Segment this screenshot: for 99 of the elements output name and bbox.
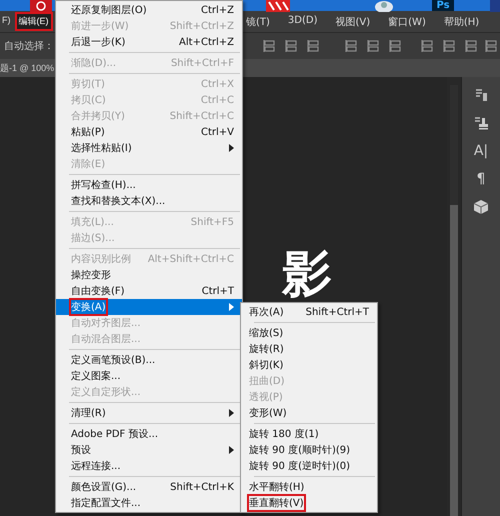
menu-item-label: 指定配置文件... xyxy=(71,496,142,510)
menu-item-label: 操控变形 xyxy=(71,268,112,282)
menu-item-label: 清除(E) xyxy=(71,158,106,171)
menu-title[interactable]: 镜(T) xyxy=(243,14,273,30)
menu-item-label: 自动混合图层... xyxy=(71,333,142,346)
shortcut-text: Ctrl+Z xyxy=(200,4,234,16)
menu-item[interactable]: 再次(A) Shift+Ctrl+T xyxy=(241,304,377,320)
menu-item[interactable]: 远程连接... xyxy=(56,458,242,474)
menu-item[interactable]: 旋转 180 度(1) xyxy=(241,426,377,442)
menu-item-label: 选择性粘贴(I) xyxy=(71,142,133,155)
menu-item-label: Adobe PDF 预设... xyxy=(71,428,160,441)
cube-icon[interactable] xyxy=(473,199,489,215)
shortcut-text: Alt+Shift+Ctrl+C xyxy=(148,254,234,264)
menu-title[interactable]: 视图(V) xyxy=(332,14,374,30)
canvas-text: 影 xyxy=(282,249,332,299)
menu-item[interactable]: 旋转 90 度(顺时针)(9) xyxy=(241,442,377,458)
menu-item[interactable]: 变换(A) xyxy=(56,299,242,315)
menu-item-label: 变形(W) xyxy=(249,406,288,420)
menu-item[interactable]: 粘贴(P) Ctrl+V xyxy=(56,124,242,140)
menu-item[interactable]: 预设 xyxy=(56,442,242,458)
menu-item-label: 缩放(S) xyxy=(249,326,284,340)
menu-title[interactable]: 窗口(W) xyxy=(385,14,429,30)
menu-item-label: 颜色设置(G)... xyxy=(71,480,138,494)
menu-item-label: 旋转 90 度(逆时针)(0) xyxy=(249,460,352,473)
auto-select-label: 自动选择： xyxy=(4,40,54,53)
character-panel-icon[interactable]: A| xyxy=(474,143,488,159)
shortcut-text: Ctrl+T xyxy=(202,286,234,296)
menu-item-label: 渐隐(D)... xyxy=(71,57,118,70)
menu-item-label: 拼写检查(H)... xyxy=(71,178,137,192)
menu-item[interactable]: 变形(W) xyxy=(241,405,377,421)
menu-item[interactable]: 斜切(K) xyxy=(241,357,377,373)
menu-title[interactable]: 帮助(H) xyxy=(440,14,482,30)
app-icon[interactable] xyxy=(30,0,52,12)
menu-item[interactable]: 垂直翻转(V) xyxy=(241,495,377,511)
menu-title[interactable]: 编辑(E) xyxy=(16,14,50,29)
scrollbar[interactable] xyxy=(450,85,458,516)
menu-item-label: 水平翻转(H) xyxy=(249,480,306,494)
shortcut-text: Shift+Ctrl+F xyxy=(170,58,234,68)
photoshop-app-icon[interactable]: Ps xyxy=(432,0,454,11)
shortcut-text: Alt+Ctrl+Z xyxy=(179,36,234,48)
menu-item-label: 内容识别比例 xyxy=(71,252,132,266)
menu-item[interactable]: Adobe PDF 预设... xyxy=(56,426,242,442)
menu-item-label: 旋转 180 度(1) xyxy=(249,428,320,441)
menu-item-label: 预设 xyxy=(71,444,92,457)
shortcut-text: Shift+Ctrl+T xyxy=(306,306,369,318)
menu-item[interactable]: 缩放(S) xyxy=(241,325,377,341)
menu-item[interactable]: 自由变换(F) Ctrl+T xyxy=(56,283,242,299)
menu-item[interactable]: 操控变形 xyxy=(56,267,242,283)
menu-item-label: 清理(R) xyxy=(71,406,107,420)
menu-item[interactable]: 定义画笔预设(B)... xyxy=(56,352,242,368)
menu-item-label: 前进一步(W) xyxy=(71,20,130,33)
menu-item-label: 扭曲(D) xyxy=(249,374,286,388)
menu-item[interactable]: 清理(R) xyxy=(56,405,242,421)
menu-item-label: 定义画笔预设(B)... xyxy=(71,354,156,367)
menu-item-label: 定义自定形状... xyxy=(71,386,142,399)
paragraph-panel-icon[interactable]: ¶ xyxy=(476,171,486,187)
shortcut-text: Shift+F5 xyxy=(190,216,234,228)
menu-item[interactable]: 旋转 90 度(逆时针)(0) xyxy=(241,458,377,474)
menu-item-label: 自由变换(F) xyxy=(71,284,126,298)
menu-item[interactable]: 拼写检查(H)... xyxy=(56,177,242,193)
menu-item[interactable]: 还原复制图层(O) Ctrl+Z xyxy=(56,2,242,18)
menu-item-label: 剪切(T) xyxy=(71,78,106,91)
menu-item[interactable]: 水平翻转(H) xyxy=(241,479,377,495)
menu-item-label: 旋转(R) xyxy=(249,342,285,356)
menu-item[interactable]: 定义图案... xyxy=(56,368,242,384)
shortcut-text: Ctrl+V xyxy=(200,126,234,138)
menu-title[interactable]: F) xyxy=(0,14,12,29)
menu-item-label: 合并拷贝(Y) xyxy=(71,110,126,123)
shortcut-text: Shift+Ctrl+K xyxy=(170,482,234,492)
menu-item-label: 斜切(K) xyxy=(249,358,284,372)
shortcut-text: Ctrl+X xyxy=(200,78,234,90)
shortcut-text: Shift+Ctrl+Z xyxy=(170,20,234,32)
menu-item[interactable]: 选择性粘贴(I) xyxy=(56,140,242,156)
menu-item-label: 变换(A) xyxy=(71,300,106,314)
shortcut-text: Ctrl+C xyxy=(200,94,234,106)
menu-item-label: 再次(A) xyxy=(249,306,285,319)
menu-item[interactable]: 后退一步(K) Alt+Ctrl+Z xyxy=(56,34,242,50)
menu-item[interactable]: 指定配置文件... xyxy=(56,495,242,511)
menu-item-label: 透视(P) xyxy=(249,390,284,404)
app-icon[interactable] xyxy=(266,0,290,12)
shortcut-text: Shift+Ctrl+C xyxy=(170,110,234,122)
menu-item-label: 垂直翻转(V) xyxy=(249,496,304,510)
menu-item-label: 旋转 90 度(顺时针)(9) xyxy=(249,444,352,457)
menu-item-label: 填充(L)... xyxy=(71,216,115,229)
menu-item-label: 还原复制图层(O) xyxy=(71,4,148,17)
menu-item-label: 拷贝(C) xyxy=(71,94,107,107)
menu-item-label: 描边(S)... xyxy=(71,232,116,245)
menu-item[interactable]: 查找和替换文本(X)... xyxy=(56,193,242,209)
menu-item-label: 后退一步(K) xyxy=(71,36,126,49)
menu-item-label: 查找和替换文本(X)... xyxy=(71,194,166,208)
menu-item[interactable]: 颜色设置(G)... Shift+Ctrl+K xyxy=(56,479,242,495)
menu-title[interactable]: 3D(D) xyxy=(284,14,320,30)
menu-item-label: 粘贴(P) xyxy=(71,126,106,139)
menu-item-label: 定义图案... xyxy=(71,370,122,383)
menu-item-label: 远程连接... xyxy=(71,460,122,473)
menu-item-label: 自动对齐图层... xyxy=(71,316,142,330)
menu-item[interactable]: 旋转(R) xyxy=(241,341,377,357)
document-tab[interactable]: 题-1 @ 100% xyxy=(0,62,58,74)
stamp-icon[interactable] xyxy=(473,115,489,131)
